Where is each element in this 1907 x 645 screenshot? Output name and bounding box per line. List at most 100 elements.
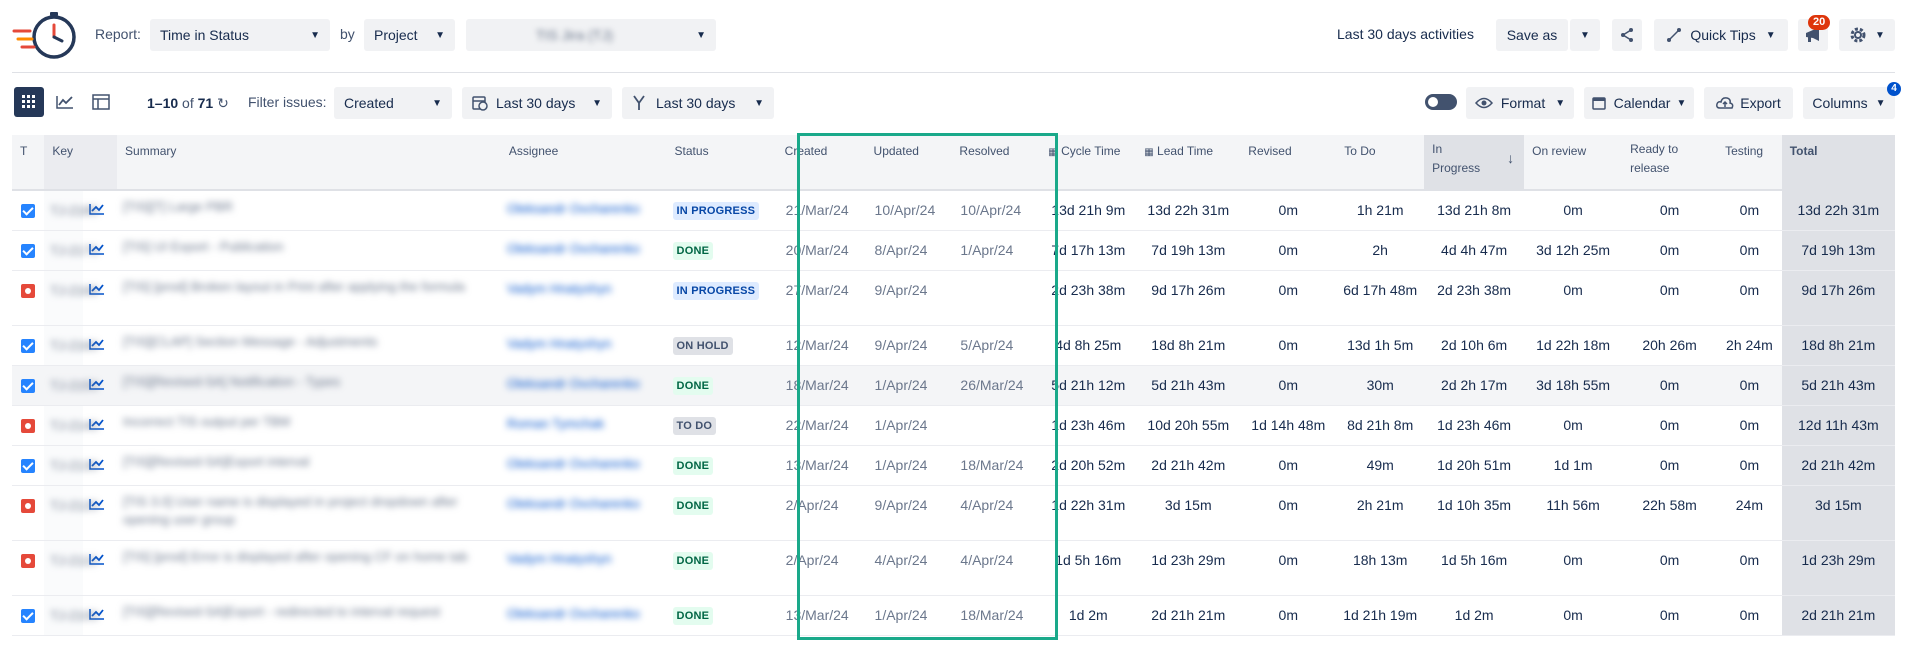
date-range-select-1[interactable]: Last 30 days ▼	[462, 87, 612, 119]
issue-summary-link[interactable]: [TIS][Revised-SA] Notification - Types	[123, 374, 340, 389]
col-resolved-header[interactable]: Resolved	[951, 135, 1041, 191]
issue-summary-link[interactable]: [TIS][Revised-SA]Export interval	[123, 454, 309, 469]
summary-cell[interactable]: [TIS][T] Large PBR	[117, 190, 501, 231]
table-row[interactable]: TJ-2120 [TIS 3.0] User name is displayed …	[12, 485, 1895, 541]
summary-cell[interactable]: [TIS][Revised-SA]Export - redirected to …	[117, 595, 501, 636]
issue-key-link[interactable]: TJ-2100	[50, 608, 98, 623]
table-row[interactable]: TJ-2100 [TIS][Revised-SA]Export - redirec…	[12, 595, 1895, 636]
issue-key-link[interactable]: TJ-2130	[50, 458, 98, 473]
summary-cell[interactable]: [TIS][Revised-SA]Export interval	[117, 445, 501, 486]
summary-cell[interactable]: [TIS] UI Export - Publication	[117, 230, 501, 271]
issue-key-link[interactable]: TJ-2170	[50, 243, 98, 258]
quick-tips-button[interactable]: Quick Tips ▼	[1654, 19, 1788, 51]
col-ready-header[interactable]: Ready to release	[1622, 135, 1718, 191]
last-activities-link[interactable]: Last 30 days activities	[1337, 26, 1474, 42]
key-cell[interactable]: TJ-2140	[44, 405, 98, 446]
issue-key-link[interactable]: TJ-2140	[50, 418, 98, 433]
issue-summary-link[interactable]: [TIS] [prod] Broken layout in Print afte…	[123, 279, 465, 294]
col-revised-header[interactable]: Revised	[1240, 135, 1337, 191]
col-updated-header[interactable]: Updated	[865, 135, 952, 191]
table-row[interactable]: TJ-2140 Incorrect TIS output per TBM Roman…	[12, 405, 1895, 446]
col-total-header[interactable]: Total	[1781, 135, 1895, 191]
save-as-dropdown[interactable]: ▼	[1570, 19, 1600, 51]
col-created-header[interactable]: Created	[776, 135, 866, 191]
assignee-link[interactable]: Oleksandr Ovcharenko	[507, 376, 640, 391]
key-cell[interactable]: TJ-2120	[44, 485, 98, 541]
table-row[interactable]: TJ-2150 [TIS][Revised-SA] Notification - …	[12, 365, 1895, 406]
project-select[interactable]: TIS Jira (TJ) ▼	[466, 19, 716, 51]
issue-summary-link[interactable]: [TIS][T] Large PBR	[123, 199, 233, 214]
issue-summary-link[interactable]: [TIS][CLAP] Section Message - Adjustment…	[123, 334, 377, 349]
assignee-link[interactable]: Oleksandr Ovcharenko	[507, 241, 640, 256]
issue-key-link[interactable]: TJ-2110	[50, 553, 97, 568]
assignee-cell[interactable]: Oleksandr Ovcharenko	[500, 365, 667, 406]
col-on-review-header[interactable]: On review	[1524, 135, 1623, 191]
assignee-cell[interactable]: Vadym Hnatyshyn	[500, 325, 667, 366]
filter-field-select[interactable]: Created ▼	[334, 87, 452, 119]
issue-summary-link[interactable]: Incorrect TIS output per TBM	[123, 414, 290, 429]
summary-cell[interactable]: [TIS] [prod] Error is displayed after op…	[117, 540, 501, 596]
issue-summary-link[interactable]: [TIS] [prod] Error is displayed after op…	[123, 549, 468, 564]
issue-key-link[interactable]: TJ-2180	[50, 203, 98, 218]
settings-button[interactable]: ▼	[1839, 19, 1895, 51]
columns-button[interactable]: Columns ▼	[1803, 87, 1895, 119]
summary-cell[interactable]: [TIS] [prod] Broken layout in Print afte…	[117, 270, 501, 326]
calendar-button[interactable]: Calendar ▼	[1584, 87, 1694, 119]
table-row[interactable]: TJ-2110 [TIS] [prod] Error is displayed a…	[12, 540, 1895, 596]
table-row[interactable]: TJ-2130 [TIS][Revised-SA]Export interval O…	[12, 445, 1895, 486]
view-toggle[interactable]	[1425, 94, 1457, 110]
issue-summary-link[interactable]: [TIS][Revised-SA]Export - redirected to …	[123, 604, 440, 619]
assignee-link[interactable]: Oleksandr Ovcharenko	[507, 201, 640, 216]
key-cell[interactable]: TJ-2170	[44, 230, 98, 271]
key-cell[interactable]: TJ-2160	[44, 325, 98, 366]
table-row[interactable]: TJ-2180 [TIS][T] Large PBR Oleksandr Ovcha…	[12, 190, 1895, 231]
assignee-link[interactable]: Oleksandr Ovcharenko	[507, 456, 640, 471]
key-cell[interactable]: TJ-2130	[44, 445, 98, 486]
col-status-header[interactable]: Status	[666, 135, 777, 191]
assignee-link[interactable]: Vadym Hnatyshyn	[507, 281, 612, 296]
grid-view-button[interactable]	[14, 87, 44, 117]
assignee-cell[interactable]: Vadym Hnatyshyn	[500, 270, 667, 326]
issue-summary-link[interactable]: [TIS 3.0] User name is displayed in proj…	[123, 494, 458, 527]
save-as-button[interactable]: Save as	[1496, 19, 1568, 51]
table-row[interactable]: TJ-2160 [TIS][CLAP] Section Message - Adj…	[12, 325, 1895, 366]
issue-key-link[interactable]: TJ-2120	[50, 498, 98, 513]
col-type-header[interactable]: T	[12, 135, 45, 191]
report-select[interactable]: Time in Status ▼	[150, 19, 330, 51]
col-summary-header[interactable]: Summary	[117, 135, 501, 191]
summary-cell[interactable]: Incorrect TIS output per TBM	[117, 405, 501, 446]
assignee-cell[interactable]: Oleksandr Ovcharenko	[500, 445, 667, 486]
col-assignee-header[interactable]: Assignee	[500, 135, 667, 191]
table-row[interactable]: TJ-2170 [TIS] UI Export - Publication Olek…	[12, 230, 1895, 271]
summary-cell[interactable]: [TIS][CLAP] Section Message - Adjustment…	[117, 325, 501, 366]
summary-cell[interactable]: [TIS][Revised-SA] Notification - Types	[117, 365, 501, 406]
assignee-cell[interactable]: Oleksandr Ovcharenko	[500, 230, 667, 271]
assignee-cell[interactable]: Oleksandr Ovcharenko	[500, 595, 667, 636]
col-testing-header[interactable]: Testing	[1717, 135, 1782, 191]
key-cell[interactable]: TJ-2100	[44, 595, 98, 636]
assignee-link[interactable]: Oleksandr Ovcharenko	[507, 496, 640, 511]
assignee-cell[interactable]: Roman Tymchak	[500, 405, 667, 446]
assignee-cell[interactable]: Vadym Hnatyshyn	[500, 540, 667, 596]
col-lead-time-header[interactable]: ▦ Lead Time	[1136, 135, 1241, 191]
assignee-link[interactable]: Vadym Hnatyshyn	[507, 336, 612, 351]
summary-cell[interactable]: [TIS 3.0] User name is displayed in proj…	[117, 485, 501, 541]
col-todo-header[interactable]: To Do	[1336, 135, 1425, 191]
date-range-select-2[interactable]: Last 30 days ▼	[622, 87, 774, 119]
group-by-select[interactable]: Project ▼	[364, 19, 455, 51]
issue-key-link[interactable]: TJ-2160	[50, 338, 98, 353]
col-in-progress-header[interactable]: In Progress ↓	[1424, 135, 1525, 191]
layout-view-button[interactable]	[86, 87, 116, 117]
format-button[interactable]: Format ▼	[1466, 87, 1574, 119]
table-row[interactable]: TJ-2168 [TIS] [prod] Broken layout in Pri…	[12, 270, 1895, 326]
chart-view-button[interactable]	[50, 87, 80, 117]
assignee-link[interactable]: Vadym Hnatyshyn	[507, 551, 612, 566]
share-button[interactable]	[1612, 19, 1642, 51]
key-cell[interactable]: TJ-2168	[44, 270, 98, 326]
refresh-icon[interactable]: ↻	[217, 95, 229, 111]
export-button[interactable]: Export	[1704, 87, 1793, 119]
assignee-link[interactable]: Roman Tymchak	[507, 416, 604, 431]
assignee-cell[interactable]: Oleksandr Ovcharenko	[500, 485, 667, 541]
issue-key-link[interactable]: TJ-2168	[50, 283, 98, 298]
issue-key-link[interactable]: TJ-2150	[50, 378, 98, 393]
